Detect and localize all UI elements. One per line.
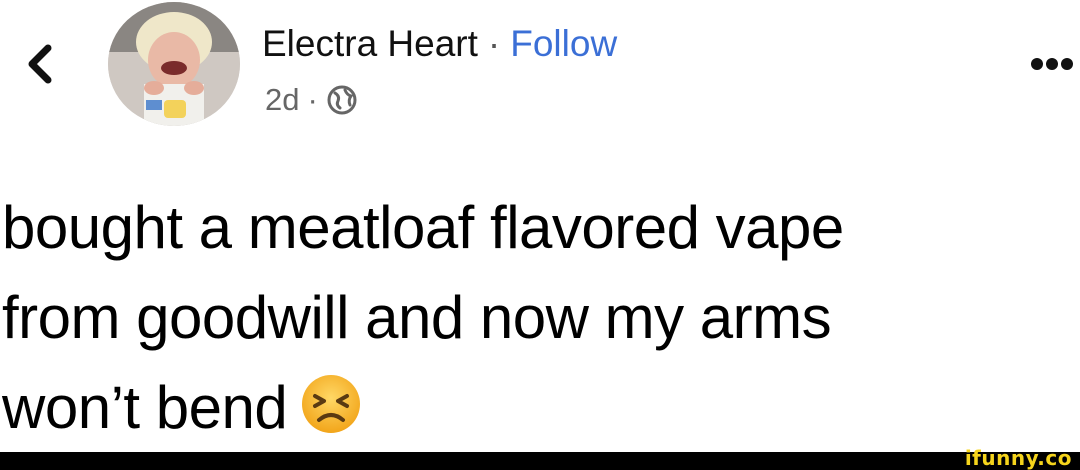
back-button[interactable] [22, 38, 58, 90]
globe-icon [327, 85, 357, 115]
author-name[interactable]: Electra Heart [262, 23, 478, 65]
post-text-line: bought a meatloaf flavored vape [2, 194, 844, 261]
post-timestamp[interactable]: 2d [265, 82, 299, 118]
avatar[interactable] [108, 2, 240, 126]
more-options-button[interactable] [1030, 52, 1074, 76]
profile-photo [108, 2, 240, 126]
footer-bar [0, 452, 1080, 470]
header-separator: · [487, 23, 501, 64]
post-meta: 2d · [265, 78, 358, 122]
meta-separator: · [307, 82, 318, 117]
follow-link[interactable]: Follow [510, 23, 617, 65]
chevron-left-icon [28, 44, 52, 84]
post-text-line-last: won’t bend [2, 363, 1062, 453]
ifunny-watermark: ifunny.co [964, 446, 1072, 470]
persevering-face-emoji [302, 375, 361, 433]
more-dots-icon [1031, 58, 1073, 70]
post-text-line-content: won’t bend [2, 374, 288, 441]
post-header: Electra Heart · Follow [262, 18, 617, 70]
post-screenshot: Electra Heart · Follow 2d · bought a mea… [0, 0, 1080, 470]
post-body: bought a meatloaf flavored vape from goo… [2, 183, 1062, 453]
post-text-line: from goodwill and now my arms [2, 284, 832, 351]
